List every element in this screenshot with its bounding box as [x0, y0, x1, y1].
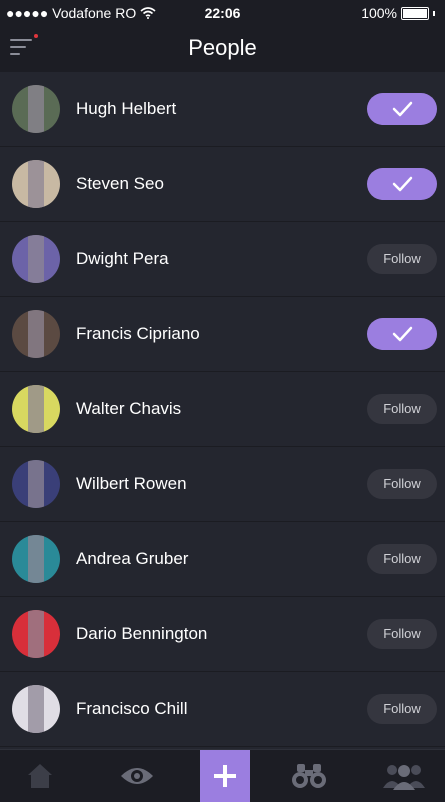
tab-home[interactable]	[0, 750, 89, 802]
person-name: Walter Chavis	[76, 399, 182, 418]
follow-button[interactable]: Follow	[367, 694, 437, 724]
status-bar: ●●●●● Vodafone RO 22:06 100%	[0, 0, 445, 26]
avatar-pixelation	[28, 460, 44, 508]
tab-add[interactable]	[200, 750, 250, 802]
person-name: Francisco Chill	[76, 699, 188, 718]
battery-percent: 100%	[361, 5, 397, 21]
eye-icon	[121, 768, 153, 784]
binoculars-icon	[292, 764, 326, 788]
avatar-pixelation	[28, 85, 44, 133]
battery-icon	[401, 6, 429, 20]
person-name: Steven Seo	[76, 174, 164, 193]
avatar	[12, 85, 60, 133]
battery-nub	[433, 10, 435, 16]
person-name: Dario Bennington	[76, 624, 208, 643]
check-icon	[392, 176, 413, 192]
check-icon	[392, 326, 413, 342]
tab-bar	[0, 749, 445, 802]
follow-button[interactable]: Follow	[367, 544, 437, 574]
person-name: Dwight Pera	[76, 249, 169, 268]
person-row[interactable]: Steven Seo	[0, 147, 445, 222]
person-row[interactable]: Francis Cipriano	[0, 297, 445, 372]
avatar	[12, 235, 60, 283]
avatar-pixelation	[28, 385, 44, 433]
avatar-pixelation	[28, 310, 44, 358]
following-button[interactable]	[367, 168, 437, 200]
avatar-pixelation	[28, 685, 44, 733]
avatar	[12, 385, 60, 433]
person-name: Andrea Gruber	[76, 549, 189, 568]
following-button[interactable]	[367, 93, 437, 125]
people-list: Hugh Helbert Steven Seo Dwight Pera Follow F…	[0, 72, 445, 747]
people-icon	[383, 765, 425, 790]
person-name: Francis Cipriano	[76, 324, 200, 343]
avatar	[12, 685, 60, 733]
status-battery-group: 100%	[361, 5, 435, 21]
person-row[interactable]: Walter Chavis Follow	[0, 372, 445, 447]
follow-button[interactable]: Follow	[367, 394, 437, 424]
follow-button[interactable]: Follow	[367, 244, 437, 274]
person-row[interactable]: Francisco Chill Follow	[0, 672, 445, 747]
person-row[interactable]: Dario Bennington Follow	[0, 597, 445, 672]
avatar	[12, 310, 60, 358]
following-button[interactable]	[367, 318, 437, 350]
avatar-pixelation	[28, 535, 44, 583]
person-row[interactable]: Wilbert Rowen Follow	[0, 447, 445, 522]
avatar	[12, 535, 60, 583]
avatar	[12, 160, 60, 208]
person-name: Hugh Helbert	[76, 99, 177, 118]
avatar	[12, 610, 60, 658]
follow-button[interactable]: Follow	[367, 619, 437, 649]
home-icon	[28, 764, 52, 788]
person-name: Wilbert Rowen	[76, 474, 187, 493]
avatar	[12, 460, 60, 508]
tab-people[interactable]	[356, 750, 445, 802]
add-icon	[214, 765, 236, 787]
follow-button[interactable]: Follow	[367, 469, 437, 499]
avatar-pixelation	[28, 160, 44, 208]
tab-binoculars[interactable]	[267, 750, 356, 802]
person-row[interactable]: Andrea Gruber Follow	[0, 522, 445, 597]
avatar-pixelation	[28, 235, 44, 283]
person-row[interactable]: Hugh Helbert	[0, 72, 445, 147]
tab-eye[interactable]	[89, 750, 178, 802]
person-row[interactable]: Dwight Pera Follow	[0, 222, 445, 297]
check-icon	[392, 101, 413, 117]
nav-bar: People	[0, 26, 445, 72]
avatar-pixelation	[28, 610, 44, 658]
page-title: People	[188, 35, 257, 60]
